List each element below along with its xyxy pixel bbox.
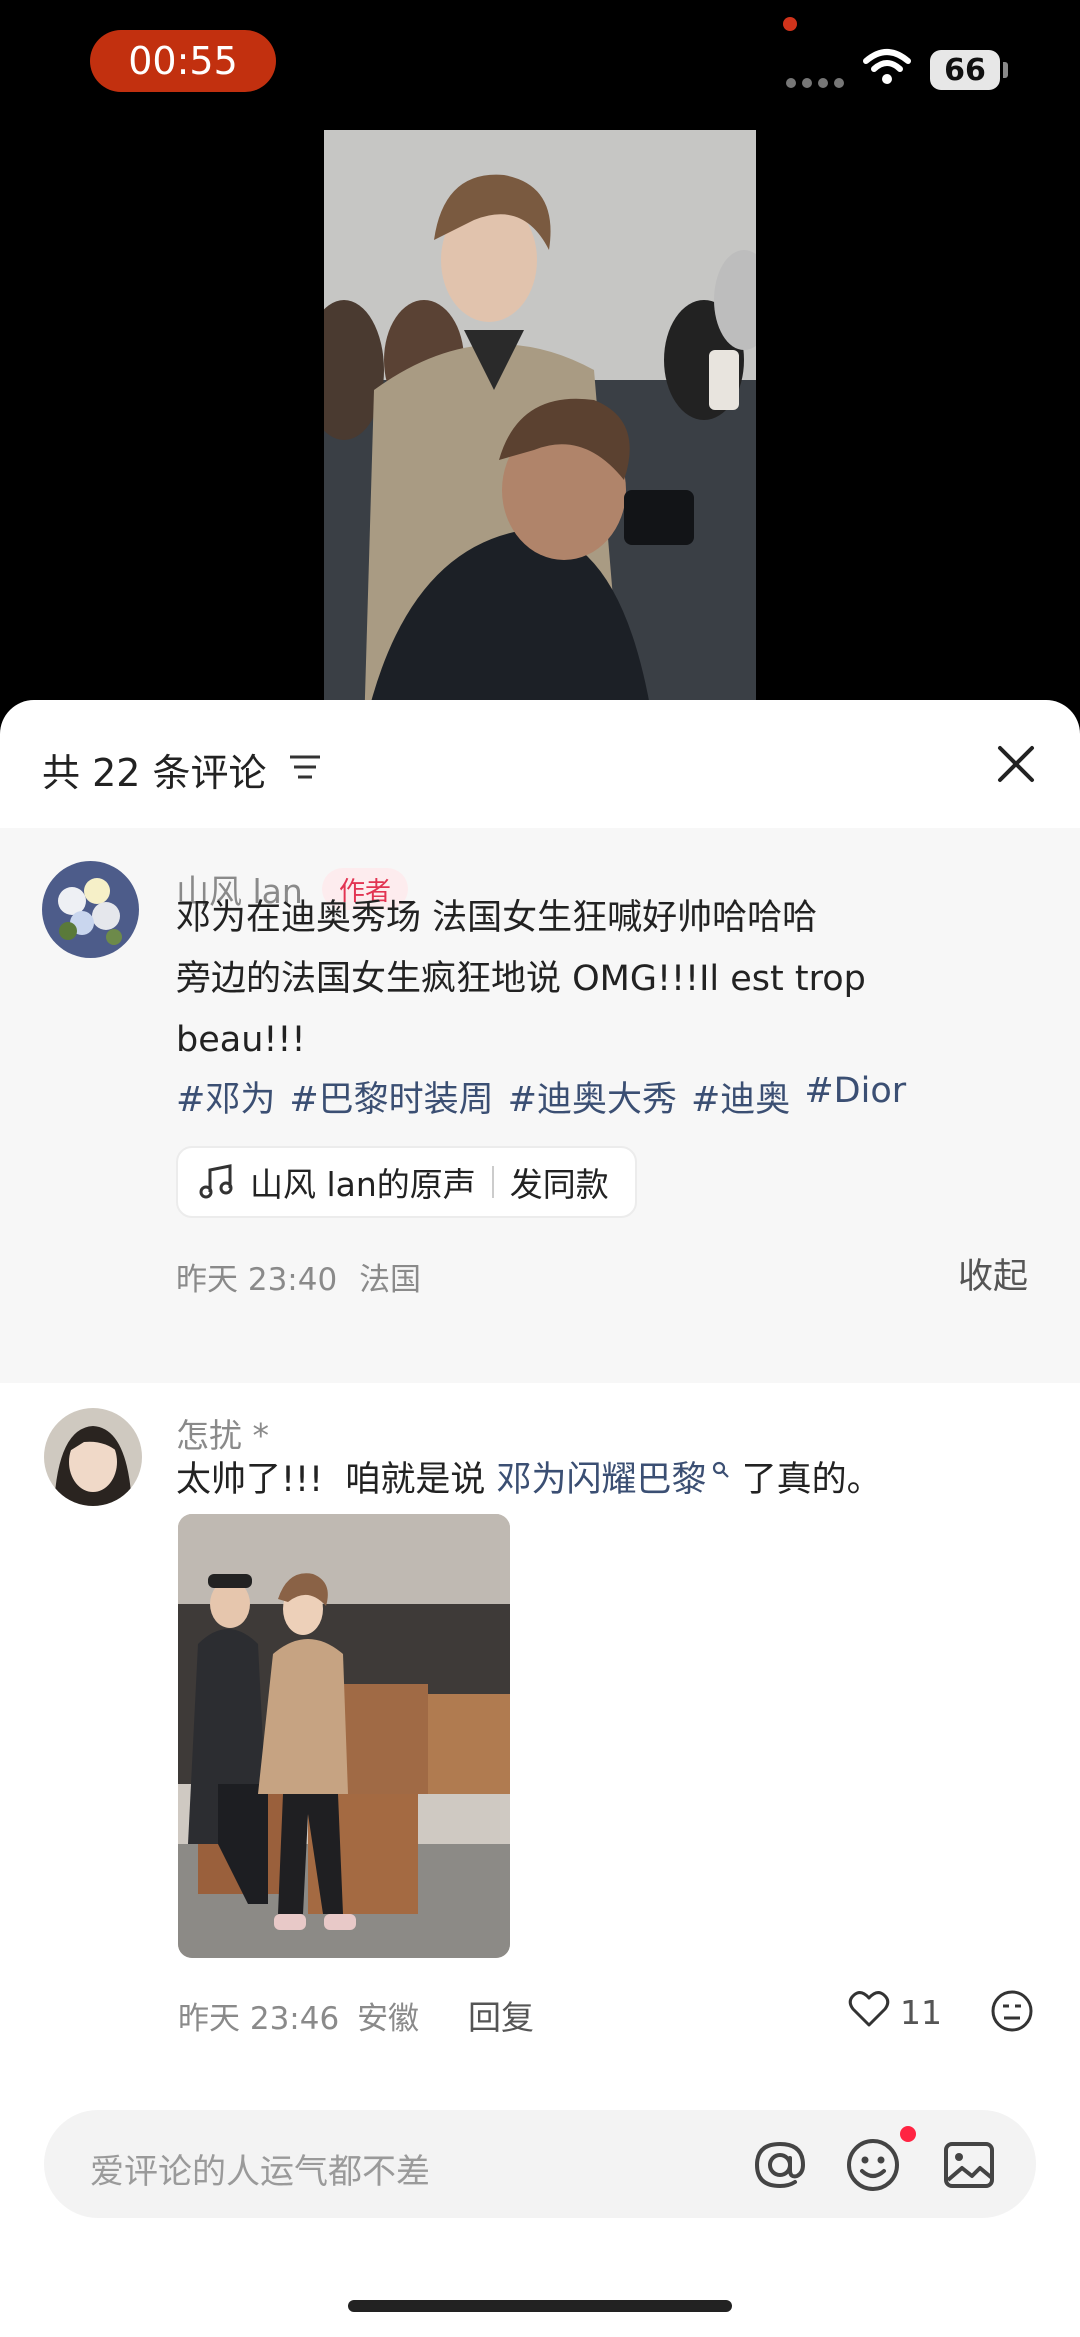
commenter-avatar[interactable]	[44, 1408, 142, 1506]
comments-sheet: 共 22 条评论 山风 lan 作者 邓为在迪奥秀场 法国女生狂喊好帅哈哈哈 旁…	[0, 700, 1080, 2337]
search-link[interactable]: 邓为闪耀巴黎	[496, 1451, 706, 1502]
emoji-icon[interactable]	[844, 2136, 902, 2194]
chip-divider	[491, 1166, 494, 1198]
hashtag-link[interactable]: #迪奥	[691, 1071, 790, 1122]
sound-name[interactable]: 山风 lan的原声	[250, 1158, 476, 1206]
comment-text-line-2: 旁边的法国女生疯狂地说 OMG!!!Il est trop	[176, 959, 866, 999]
comment-meta: 昨天 23:46 安徽	[178, 1993, 419, 2038]
like-count: 11	[900, 1993, 942, 2032]
hashtag-link[interactable]: #迪奥大秀	[508, 1071, 677, 1122]
sort-icon[interactable]	[288, 752, 322, 782]
comment-text-start: 太帅了!!! 咱就是说	[176, 1460, 497, 1500]
cellular-signal-icon	[786, 78, 844, 88]
comment-text-end: 了真的。	[730, 1460, 882, 1500]
comment-text: 太帅了!!! 咱就是说 邓为闪耀巴黎 了真的。	[176, 1451, 882, 1502]
comment-attached-photo[interactable]	[178, 1514, 510, 1958]
comment-input-placeholder[interactable]: 爱评论的人运气都不差	[90, 2144, 430, 2193]
reply-button[interactable]: 回复	[468, 1991, 534, 2039]
home-indicator[interactable]	[348, 2300, 732, 2312]
comment-location: 法国	[359, 1262, 422, 1298]
comment-time: 昨天 23:40	[176, 1262, 338, 1298]
status-time: 00:55	[90, 30, 276, 92]
recording-indicator	[783, 17, 797, 31]
hashtag-link[interactable]: #邓为	[176, 1071, 275, 1122]
comment-input[interactable]: 爱评论的人运气都不差	[44, 2110, 1036, 2218]
collapse-button[interactable]: 收起	[958, 1248, 1028, 1299]
comment-time: 昨天 23:46	[178, 2001, 340, 2037]
comment-text-line-3: beau!!!	[176, 1020, 306, 1060]
commenter-username[interactable]: 怎扰 *	[176, 1409, 269, 1457]
comment-text-line-1: 邓为在迪奥秀场 法国女生狂喊好帅哈哈哈	[176, 898, 818, 938]
video-player[interactable]	[324, 130, 756, 730]
original-sound-chip[interactable]: 山风 lan的原声 发同款	[176, 1146, 637, 1218]
pinned-author-comment: 山风 lan 作者 邓为在迪奥秀场 法国女生狂喊好帅哈哈哈 旁边的法国女生疯狂地…	[0, 828, 1080, 1383]
battery-tip	[1003, 62, 1008, 78]
mention-icon[interactable]	[751, 2136, 809, 2194]
comments-header: 共 22 条评论	[0, 700, 1080, 828]
music-note-icon	[199, 1164, 233, 1199]
search-icon[interactable]	[711, 1460, 731, 1480]
battery-indicator: 66	[930, 50, 1000, 90]
comment-location: 安徽	[357, 2001, 420, 2037]
heart-icon[interactable]	[848, 1989, 890, 2029]
hashtag-link[interactable]: #巴黎时装周	[289, 1071, 493, 1122]
hashtag-list: #邓为 #巴黎时装周 #迪奥大秀 #迪奥 #Dior	[176, 1071, 906, 1122]
image-icon[interactable]	[942, 2138, 996, 2192]
pinned-comment-meta: 昨天 23:40 法国	[176, 1254, 421, 1299]
wifi-icon	[863, 49, 911, 84]
notification-dot	[900, 2126, 916, 2142]
author-avatar[interactable]	[42, 861, 139, 958]
comment-item: 怎扰 * 太帅了!!! 咱就是说 邓为闪耀巴黎 了真的。 昨天 23:46 安徽…	[0, 1383, 1080, 2163]
comments-count-title: 共 22 条评论	[42, 751, 267, 795]
video-frame-image	[324, 130, 756, 730]
emoji-reaction-icon[interactable]	[990, 1989, 1034, 2033]
close-icon[interactable]	[996, 744, 1036, 784]
use-sound-button[interactable]: 发同款	[510, 1158, 609, 1206]
hashtag-link[interactable]: #Dior	[804, 1071, 906, 1122]
